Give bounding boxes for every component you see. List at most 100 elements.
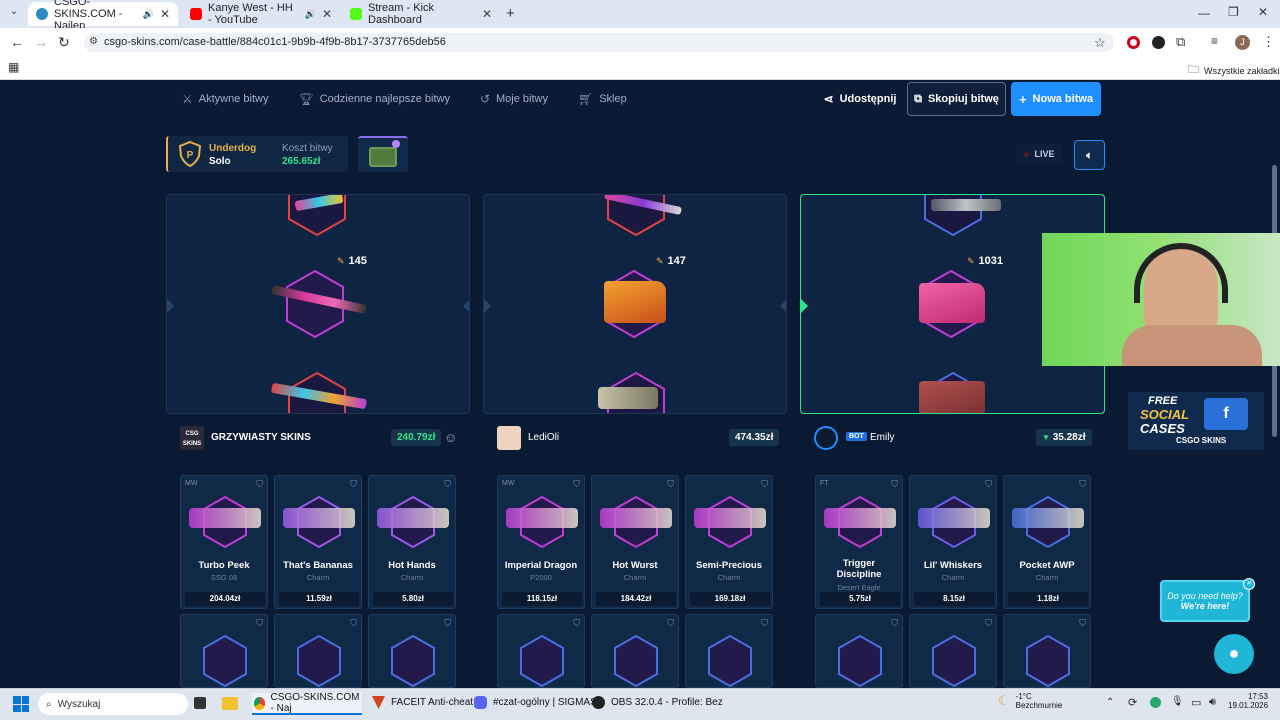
shield-icon[interactable]: ⛉ bbox=[350, 479, 357, 490]
shield-icon[interactable]: ⛉ bbox=[985, 618, 992, 629]
item-card[interactable]: ⛉ Semi-Precious Charm 169.18zł bbox=[685, 475, 773, 609]
shield-icon[interactable]: ⛉ bbox=[350, 618, 357, 629]
extension-icon[interactable] bbox=[1152, 36, 1165, 49]
tab-csgo-skins[interactable]: CSGO-SKINS.COM - Najlep 🔊 ✕ bbox=[28, 0, 178, 32]
start-button[interactable] bbox=[13, 696, 29, 712]
taskbar-obs[interactable]: OBS 32.0.4 - Profile: Bez bbox=[592, 696, 723, 709]
item-card-partial[interactable]: ⛉ bbox=[815, 614, 903, 688]
tab-search-button[interactable]: ⌄ bbox=[6, 6, 22, 22]
close-tab-icon[interactable]: ✕ bbox=[160, 7, 170, 21]
extensions-puzzle-icon[interactable]: ⧉ bbox=[1176, 34, 1185, 50]
shield-icon[interactable]: ⛉ bbox=[256, 618, 263, 629]
url-input[interactable]: csgo-skins.com/case-battle/884c01c1-9b9b… bbox=[84, 33, 1114, 52]
close-tab-icon[interactable]: ✕ bbox=[322, 7, 332, 21]
chat-open-button[interactable]: ● bbox=[1214, 634, 1254, 674]
tray-volume-icon[interactable]: 🔊︎ bbox=[1209, 696, 1216, 709]
close-window-button[interactable]: ✕ bbox=[1258, 5, 1268, 19]
shield-icon[interactable]: ⛉ bbox=[667, 618, 674, 629]
shield-icon[interactable]: ⛉ bbox=[891, 618, 898, 629]
player-name[interactable]: LediOli bbox=[528, 432, 559, 443]
share-button[interactable]: ⋖ Udostępnij bbox=[820, 82, 900, 116]
task-view-icon[interactable] bbox=[194, 697, 206, 709]
apps-grid-icon[interactable]: ▦ bbox=[8, 60, 19, 74]
item-card-partial[interactable]: ⛉ bbox=[909, 614, 997, 688]
streamer-body bbox=[1122, 325, 1262, 366]
nav-active-battles[interactable]: ⚔ Aktywne bitwy bbox=[182, 92, 268, 106]
item-card-partial[interactable]: ⛉ bbox=[497, 614, 585, 688]
item-card[interactable]: ⛉ That's Bananas Charm 11.59zł bbox=[274, 475, 362, 609]
tab-youtube[interactable]: Kanye West - HH - YouTube 🔊 ✕ bbox=[182, 2, 340, 26]
item-card-partial[interactable]: ⛉ bbox=[685, 614, 773, 688]
case-badge-icon bbox=[392, 140, 400, 148]
player-avatar[interactable]: CSG SKINS bbox=[180, 426, 204, 450]
emoji-icon[interactable]: ☺ bbox=[444, 430, 457, 445]
item-card[interactable]: ⛉ Pocket AWP Charm 1.18zł bbox=[1003, 475, 1091, 609]
sound-toggle-button[interactable]: 🔈︎ bbox=[1074, 140, 1105, 170]
nav-shop[interactable]: 🛒︎ Sklep bbox=[578, 92, 627, 106]
item-card[interactable]: MW ⛉ Turbo Peek SSG 08 204.04zł bbox=[180, 475, 268, 609]
bot-avatar[interactable] bbox=[814, 426, 838, 450]
tray-chevron-icon[interactable]: ⌃ bbox=[1106, 697, 1114, 708]
shield-icon[interactable]: ⛉ bbox=[1079, 618, 1086, 629]
taskbar-search[interactable]: ⌕ Wyszukaj bbox=[38, 693, 188, 715]
item-card[interactable]: ⛉ Hot Wurst Charm 184.42zł bbox=[591, 475, 679, 609]
file-explorer-icon[interactable] bbox=[222, 697, 238, 710]
item-card[interactable]: ⛉ Hot Hands Charm 5.80zł bbox=[368, 475, 456, 609]
taskbar-chrome[interactable]: CSGO-SKINS.COM - Naj bbox=[252, 692, 362, 715]
weather-widget[interactable]: ☾ -1°C Bezchmurnie bbox=[998, 692, 1062, 710]
all-bookmarks-link[interactable]: 🗀 Wszystkie zakładki bbox=[1188, 61, 1280, 80]
shield-icon[interactable]: ⛉ bbox=[985, 479, 992, 490]
free-social-cases-banner[interactable]: FREE SOCIAL CASES f CSGO SKINS bbox=[1128, 392, 1264, 450]
shield-icon[interactable]: ⛉ bbox=[444, 618, 451, 629]
tray-clock[interactable]: 17:53 19.01.2026 bbox=[1228, 692, 1268, 710]
player-name[interactable]: GRZYWIASTY SKINS bbox=[211, 432, 311, 443]
item-card[interactable]: FT ⛉ Trigger Discipline Desert Eagle 5.75zł bbox=[815, 475, 903, 609]
item-card[interactable]: MW ⛉ Imperial Dragon P2000 118.15zł bbox=[497, 475, 585, 609]
tray-mic-icon[interactable]: 🎙︎ bbox=[1171, 696, 1184, 707]
shield-icon[interactable]: ⛉ bbox=[1079, 479, 1086, 490]
item-card-partial[interactable]: ⛉ bbox=[368, 614, 456, 688]
new-battle-button[interactable]: + Nowa bitwa bbox=[1011, 82, 1101, 116]
forward-icon[interactable]: → bbox=[34, 34, 48, 50]
extension-opera-icon[interactable] bbox=[1127, 36, 1140, 49]
tray-sync-icon[interactable]: ⟳ bbox=[1128, 696, 1137, 709]
item-card[interactable]: ⛉ Lil' Whiskers Charm 8.15zł bbox=[909, 475, 997, 609]
shield-icon[interactable]: ⛉ bbox=[761, 479, 768, 490]
tray-network-icon[interactable]: ▭ bbox=[1191, 696, 1201, 709]
shield-icon[interactable]: ⛉ bbox=[667, 479, 674, 490]
shield-icon[interactable]: ⛉ bbox=[573, 479, 580, 490]
minimize-button[interactable]: — bbox=[1198, 6, 1210, 20]
shield-icon[interactable]: ⛉ bbox=[256, 479, 263, 490]
taskbar-faceit[interactable]: FACEIT Anti-cheat bbox=[372, 696, 473, 709]
player-avatar[interactable] bbox=[497, 426, 521, 450]
tab-kick[interactable]: Stream - Kick Dashboard ✕ bbox=[342, 2, 500, 26]
profile-avatar[interactable]: J bbox=[1235, 35, 1250, 50]
new-tab-button[interactable]: + bbox=[506, 5, 515, 22]
item-card-partial[interactable]: ⛉ bbox=[274, 614, 362, 688]
item-card-partial[interactable]: ⛉ bbox=[591, 614, 679, 688]
shield-icon[interactable]: ⛉ bbox=[573, 618, 580, 629]
reload-icon[interactable]: ↻ bbox=[58, 34, 70, 51]
help-bubble[interactable]: Do you need help? We're here! bbox=[1160, 580, 1250, 622]
back-icon[interactable]: ← bbox=[10, 34, 24, 50]
item-card-partial[interactable]: ⛉ bbox=[180, 614, 268, 688]
reading-list-icon[interactable]: ≡ bbox=[1211, 34, 1218, 48]
taskbar-app-label: #czat-ogólny | SIGMAS bbox=[493, 697, 597, 708]
nav-my-battles[interactable]: ↺ Moje bitwy bbox=[480, 92, 548, 106]
player-name[interactable]: Emily bbox=[870, 432, 894, 443]
copy-battle-button[interactable]: ⧉ Skopiuj bitwę bbox=[907, 82, 1006, 116]
site-info-icon[interactable]: ⚙ bbox=[89, 36, 98, 47]
close-tab-icon[interactable]: ✕ bbox=[482, 7, 492, 21]
taskbar-discord[interactable]: #czat-ogólny | SIGMAS bbox=[474, 696, 597, 709]
tray-app-icon[interactable] bbox=[1150, 697, 1161, 708]
browser-menu-icon[interactable]: ⋮ bbox=[1262, 34, 1275, 50]
close-help-icon[interactable]: ✕ bbox=[1243, 578, 1255, 590]
item-card-partial[interactable]: ⛉ bbox=[1003, 614, 1091, 688]
maximize-button[interactable]: ❐ bbox=[1228, 5, 1239, 19]
bookmark-star-icon[interactable]: ☆ bbox=[1094, 35, 1106, 51]
case-thumbnail[interactable] bbox=[358, 136, 408, 172]
shield-icon[interactable]: ⛉ bbox=[891, 479, 898, 490]
nav-daily-best[interactable]: 🏆︎ Codzienne najlepsze bitwy bbox=[298, 92, 449, 106]
shield-icon[interactable]: ⛉ bbox=[444, 479, 451, 490]
shield-icon[interactable]: ⛉ bbox=[761, 618, 768, 629]
